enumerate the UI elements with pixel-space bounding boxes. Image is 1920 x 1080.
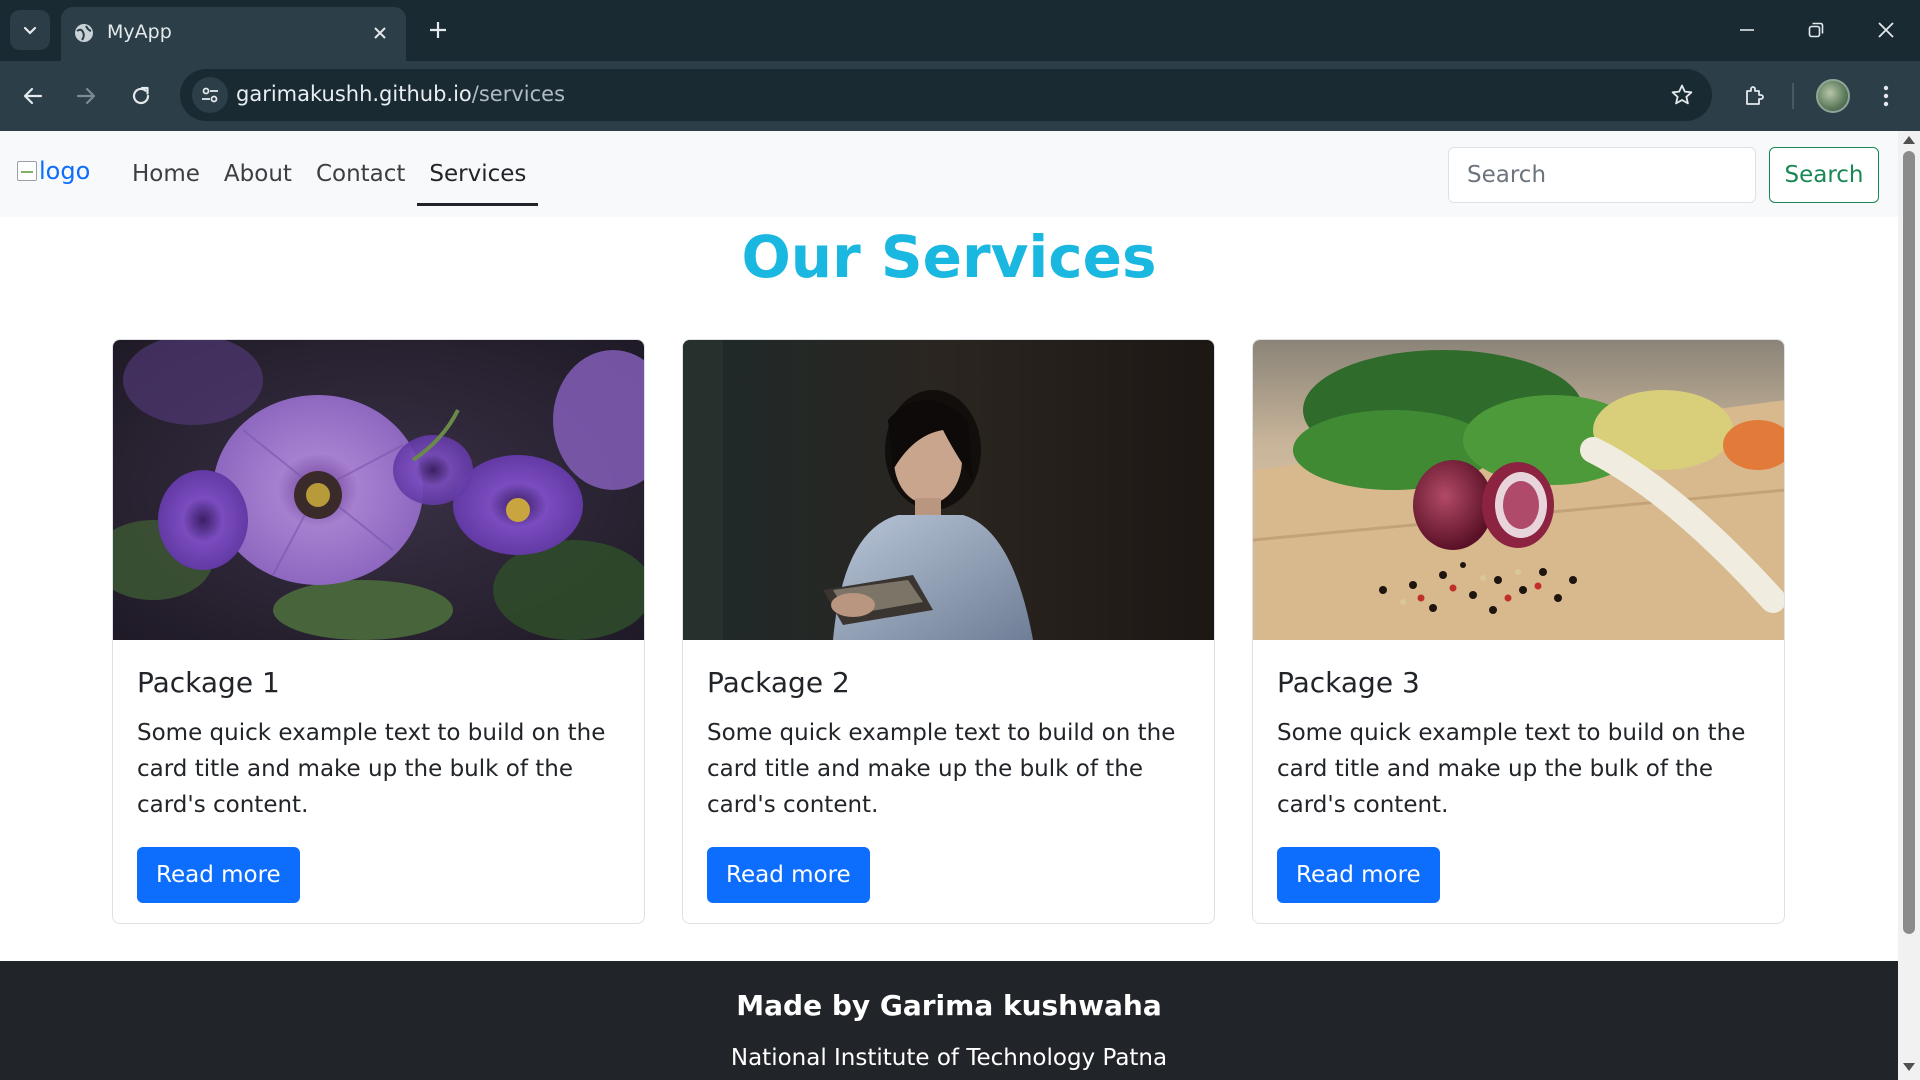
- back-button[interactable]: [15, 78, 51, 114]
- window-close-icon: [1878, 22, 1894, 38]
- restore-button[interactable]: [1800, 14, 1832, 46]
- plus-icon: [430, 22, 446, 38]
- extensions-button[interactable]: [1736, 78, 1772, 114]
- site-navbar: logo Home About Contact Services Search: [0, 131, 1898, 217]
- scrollbar-thumb[interactable]: [1903, 151, 1915, 934]
- card-body: Package 3 Some quick example text to bui…: [1253, 640, 1784, 923]
- extensions-icon: [1746, 86, 1764, 105]
- footer-subtitle: National Institute of Technology Patna: [730, 1045, 1168, 1071]
- service-card: Package 2 Some quick example text to bui…: [682, 339, 1215, 924]
- site-info-button[interactable]: [192, 77, 228, 113]
- globe-icon: [75, 24, 93, 42]
- broken-image-icon: [17, 161, 37, 181]
- back-icon: [23, 87, 43, 105]
- url-path: /services: [471, 82, 566, 106]
- card-image-flowers: [113, 340, 644, 640]
- browser-toolbar: garimakushh.github.io/services: [0, 61, 1920, 131]
- site-logo[interactable]: logo: [17, 157, 90, 185]
- card-title: Package 3: [1277, 666, 1420, 699]
- card-text: Some quick example text to build on the …: [137, 720, 606, 818]
- close-icon: [374, 27, 386, 39]
- site-footer: Made by Garima kushwaha National Institu…: [0, 961, 1898, 1080]
- nav-links: Home About Contact Services: [120, 131, 539, 217]
- search-input[interactable]: [1448, 147, 1756, 203]
- card-title: Package 2: [707, 666, 850, 699]
- menu-icon: [1883, 85, 1889, 107]
- service-card: Package 1 Some quick example text to bui…: [112, 339, 645, 924]
- page-title: Our Services: [741, 223, 1157, 291]
- scroll-up-arrow-icon[interactable]: [1903, 136, 1915, 144]
- tab-title: MyApp: [107, 21, 172, 43]
- restore-icon: [1808, 22, 1824, 38]
- chevron-down-icon: [23, 26, 37, 35]
- footer-title: Made by Garima kushwaha: [736, 989, 1162, 1022]
- star-icon: [1671, 84, 1693, 105]
- toolbar-divider: [1792, 83, 1794, 109]
- address-bar[interactable]: garimakushh.github.io/services: [180, 69, 1712, 121]
- card-image-woman-reading: [683, 340, 1214, 640]
- bookmark-button[interactable]: [1668, 81, 1696, 109]
- read-more-button[interactable]: Read more: [707, 847, 870, 903]
- url-text: garimakushh.github.io/services: [236, 82, 565, 106]
- read-more-button[interactable]: Read more: [1277, 847, 1440, 903]
- tune-icon: [202, 87, 218, 103]
- reload-button[interactable]: [123, 78, 159, 114]
- page-viewport: logo Home About Contact Services Search …: [0, 131, 1898, 1080]
- service-cards: Package 1 Some quick example text to bui…: [112, 339, 1785, 924]
- forward-button[interactable]: [68, 78, 104, 114]
- card-body: Package 1 Some quick example text to bui…: [113, 640, 644, 923]
- card-body: Package 2 Some quick example text to bui…: [683, 640, 1214, 923]
- window-close-button[interactable]: [1870, 14, 1902, 46]
- card-image-vegetables: [1253, 340, 1784, 640]
- browser-tab[interactable]: MyApp: [61, 7, 406, 61]
- browser-tab-bar: MyApp: [0, 0, 1920, 61]
- forward-icon: [76, 87, 96, 105]
- card-title: Package 1: [137, 666, 280, 699]
- nav-link-contact[interactable]: Contact: [304, 131, 417, 217]
- reload-icon: [132, 86, 150, 105]
- minimize-button[interactable]: [1731, 14, 1763, 46]
- profile-avatar[interactable]: [1816, 79, 1850, 113]
- nav-link-services[interactable]: Services: [417, 131, 539, 217]
- new-tab-button[interactable]: [424, 16, 452, 44]
- scroll-down-arrow-icon[interactable]: [1903, 1063, 1915, 1071]
- browser-menu-button[interactable]: [1868, 78, 1904, 114]
- tab-search-button[interactable]: [10, 10, 50, 50]
- url-host: garimakushh.github.io: [236, 82, 472, 106]
- minimize-icon: [1740, 29, 1754, 31]
- tab-close-button[interactable]: [368, 21, 392, 45]
- nav-link-about[interactable]: About: [212, 131, 304, 217]
- card-text: Some quick example text to build on the …: [707, 720, 1176, 818]
- read-more-button[interactable]: Read more: [137, 847, 300, 903]
- nav-link-home[interactable]: Home: [120, 131, 212, 217]
- card-text: Some quick example text to build on the …: [1277, 720, 1746, 818]
- search-button[interactable]: Search: [1769, 147, 1879, 203]
- logo-alt-text: logo: [39, 157, 91, 185]
- page-scrollbar[interactable]: [1898, 131, 1920, 1080]
- service-card: Package 3 Some quick example text to bui…: [1252, 339, 1785, 924]
